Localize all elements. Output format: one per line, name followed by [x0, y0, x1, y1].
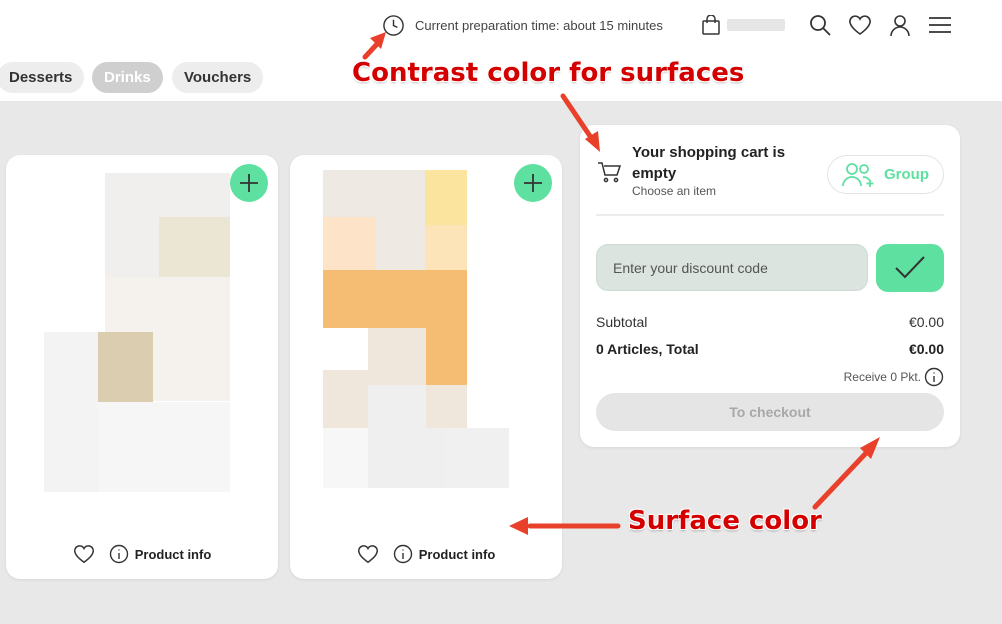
add-to-cart-button[interactable]: [230, 164, 268, 202]
cart-subtitle: Choose an item: [632, 184, 717, 198]
product-info-link[interactable]: Product info: [393, 544, 496, 564]
discount-code-input[interactable]: Enter your discount code: [596, 244, 868, 291]
annotation-surface-color: Surface color: [628, 506, 822, 536]
category-label: Vouchers: [184, 69, 252, 86]
total-row: 0 Articles, Total €0.00: [596, 341, 944, 357]
heart-icon: [849, 15, 871, 35]
search-icon: [810, 15, 831, 36]
favorite-button[interactable]: [73, 543, 95, 565]
shopping-bag-icon[interactable]: [702, 15, 720, 35]
category-tab-drinks[interactable]: Drinks: [92, 62, 163, 93]
category-label: Desserts: [9, 69, 73, 86]
checkout-label: To checkout: [729, 404, 811, 420]
points-info: Receive 0 Pkt.: [844, 367, 944, 387]
cart-total-placeholder: [727, 19, 785, 31]
product-card[interactable]: Product info: [290, 155, 562, 579]
search-button[interactable]: [808, 13, 832, 37]
category-tab-desserts[interactable]: Desserts: [0, 62, 85, 93]
cart-title: Your shopping cart is empty: [632, 144, 786, 182]
clock-icon: [383, 14, 404, 36]
favorite-button[interactable]: [357, 543, 379, 565]
favorites-button[interactable]: [848, 13, 872, 37]
points-text: Receive 0 Pkt.: [843, 370, 921, 384]
product-info-label: Product info: [418, 546, 496, 562]
category-tab-vouchers[interactable]: Vouchers: [172, 62, 264, 93]
subtotal-value: €0.00: [908, 314, 944, 330]
total-value: €0.00: [908, 341, 944, 357]
heart-icon: [73, 545, 94, 564]
cart-icon: [598, 162, 621, 183]
preparation-time-text: Current preparation time: about 15 minut…: [415, 17, 663, 33]
total-label: 0 Articles, Total: [596, 341, 699, 357]
info-icon: [109, 544, 128, 564]
preparation-time: Current preparation time: about 15 minut…: [382, 13, 663, 37]
menu-button[interactable]: [928, 13, 952, 37]
product-info-label: Product info: [134, 546, 212, 562]
add-group-icon: [842, 162, 874, 187]
group-label: Group: [884, 166, 929, 183]
product-info-link[interactable]: Product info: [109, 544, 212, 564]
discount-placeholder: Enter your discount code: [613, 259, 768, 276]
category-label: Drinks: [104, 69, 151, 86]
apply-discount-button[interactable]: [876, 244, 944, 292]
user-icon: [890, 15, 910, 37]
menu-icon: [929, 17, 951, 33]
subtotal-row: Subtotal €0.00: [596, 314, 944, 330]
info-icon[interactable]: [924, 367, 944, 387]
account-button[interactable]: [888, 13, 912, 37]
annotation-contrast-color: Contrast color for surfaces: [352, 58, 745, 88]
subtotal-label: Subtotal: [596, 314, 648, 330]
plus-icon: [524, 174, 542, 192]
group-order-button[interactable]: Group: [827, 155, 944, 194]
divider: [596, 214, 944, 216]
add-to-cart-button[interactable]: [514, 164, 552, 202]
product-card[interactable]: Product info: [6, 155, 278, 579]
checkmark-icon: [895, 256, 925, 279]
checkout-button[interactable]: To checkout: [596, 393, 944, 431]
heart-icon: [357, 545, 378, 564]
info-icon: [393, 544, 412, 564]
arrow-to-checkout: [812, 448, 871, 510]
shopping-cart-panel: Your shopping cart is empty Choose an it…: [580, 125, 960, 447]
plus-icon: [240, 174, 258, 192]
